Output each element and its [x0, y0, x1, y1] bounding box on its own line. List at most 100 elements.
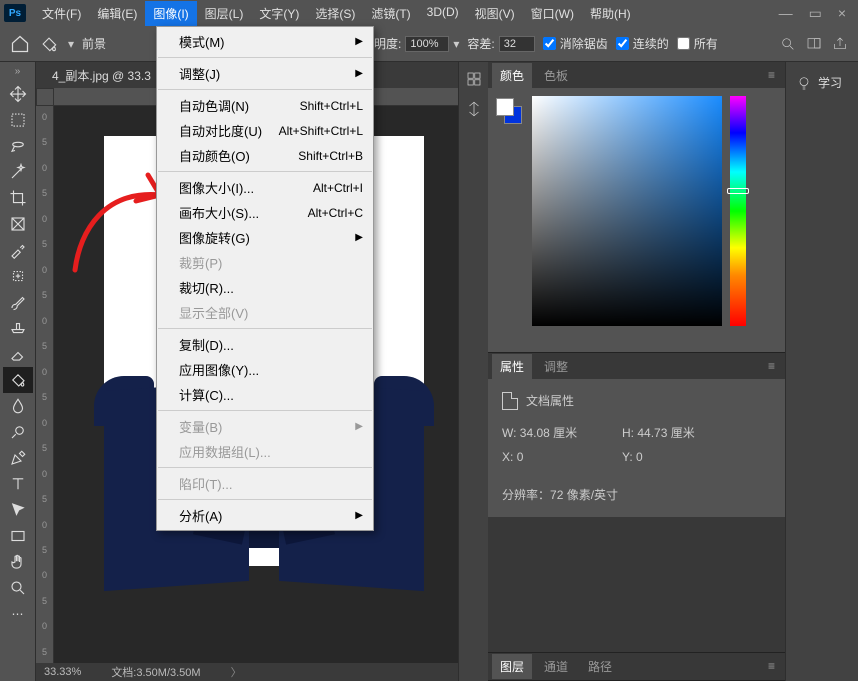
menu-item: 应用数据组(L)... — [157, 439, 373, 464]
crop-tool[interactable] — [3, 185, 33, 211]
menu-layer[interactable]: 图层(L) — [197, 1, 252, 26]
antialias-checkbox[interactable] — [543, 37, 556, 50]
workspace-icon[interactable] — [806, 36, 822, 52]
menu-item[interactable]: 分析(A)▶ — [157, 503, 373, 528]
menu-item-label: 图像大小(I)... — [179, 178, 254, 197]
tab-adjustments[interactable]: 调整 — [536, 354, 576, 379]
menu-item: 变量(B)▶ — [157, 414, 373, 439]
dodge-tool[interactable] — [3, 419, 33, 445]
panel-menu-icon[interactable]: ≡ — [768, 68, 775, 82]
maximize-icon[interactable]: ▭ — [809, 5, 822, 22]
paint-bucket-icon[interactable] — [38, 34, 60, 54]
menu-item[interactable]: 图像大小(I)...Alt+Ctrl+I — [157, 175, 373, 200]
tab-channels[interactable]: 通道 — [536, 654, 576, 679]
menu-image[interactable]: 图像(I) — [145, 1, 196, 26]
foreground-label: 前景 — [82, 35, 106, 52]
more-tools-icon[interactable]: ⋯ — [3, 601, 33, 627]
hand-tool[interactable] — [3, 549, 33, 575]
panel-icon-1[interactable] — [465, 70, 483, 88]
tab-paths[interactable]: 路径 — [580, 654, 620, 679]
layers-panel: 图层 通道 路径 ≡ — [488, 653, 785, 681]
menu-item-shortcut: Alt+Shift+Ctrl+L — [279, 124, 363, 138]
home-icon[interactable] — [10, 34, 30, 54]
learn-label: 学习 — [818, 74, 842, 91]
menu-item[interactable]: 模式(M)▶ — [157, 29, 373, 54]
tolerance-value[interactable]: 32 — [499, 36, 535, 52]
menu-item[interactable]: 复制(D)... — [157, 332, 373, 357]
foreground-color-swatch[interactable] — [496, 98, 514, 116]
submenu-arrow-icon: ▶ — [355, 232, 363, 243]
close-icon[interactable]: × — [838, 5, 846, 22]
paint-bucket-tool[interactable] — [3, 367, 33, 393]
tab-layers[interactable]: 图层 — [492, 654, 532, 679]
healing-brush-tool[interactable] — [3, 263, 33, 289]
menu-item[interactable]: 图像旋转(G)▶ — [157, 225, 373, 250]
menu-item[interactable]: 计算(C)... — [157, 382, 373, 407]
contiguous-checkbox[interactable] — [616, 37, 629, 50]
hue-thumb[interactable] — [727, 188, 749, 194]
menu-help[interactable]: 帮助(H) — [582, 1, 639, 26]
learn-button[interactable]: 学习 — [792, 70, 852, 95]
menu-separator — [158, 328, 372, 329]
hue-slider[interactable] — [730, 96, 746, 326]
menu-item-shortcut: Alt+Ctrl+C — [308, 206, 363, 220]
type-tool[interactable] — [3, 471, 33, 497]
antialias-label: 消除锯齿 — [560, 35, 608, 52]
menu-item[interactable]: 自动色调(N)Shift+Ctrl+L — [157, 93, 373, 118]
tab-properties[interactable]: 属性 — [492, 354, 532, 379]
menu-item[interactable]: 调整(J)▶ — [157, 61, 373, 86]
color-field[interactable] — [532, 96, 722, 326]
menu-filter[interactable]: 滤镜(T) — [363, 1, 418, 26]
path-select-tool[interactable] — [3, 497, 33, 523]
tab-swatches[interactable]: 色板 — [536, 63, 576, 88]
menu-item-label: 裁切(R)... — [179, 278, 234, 297]
titlebar: Ps 文件(F) 编辑(E) 图像(I) 图层(L) 文字(Y) 选择(S) 滤… — [0, 0, 858, 26]
toolbar-toggle-icon[interactable]: » — [0, 66, 35, 77]
document-tab[interactable]: 4_副本.jpg @ 33.3 — [44, 63, 159, 88]
clone-stamp-tool[interactable] — [3, 315, 33, 341]
panel-menu-icon[interactable]: ≡ — [768, 659, 775, 673]
all-layers-checkbox[interactable] — [677, 37, 690, 50]
menu-item[interactable]: 裁切(R)... — [157, 275, 373, 300]
tab-color[interactable]: 颜色 — [492, 63, 532, 88]
menu-select[interactable]: 选择(S) — [307, 1, 363, 26]
zoom-tool[interactable] — [3, 575, 33, 601]
marquee-tool[interactable] — [3, 107, 33, 133]
brush-tool[interactable] — [3, 289, 33, 315]
panel-icon-2[interactable] — [465, 100, 483, 118]
move-tool[interactable] — [3, 81, 33, 107]
minimize-icon[interactable]: — — [779, 5, 793, 22]
menu-view[interactable]: 视图(V) — [467, 1, 523, 26]
collapsed-panel-strip — [458, 62, 488, 681]
zoom-level[interactable]: 33.33% — [44, 666, 81, 678]
menu-file[interactable]: 文件(F) — [34, 1, 89, 26]
menu-item[interactable]: 应用图像(Y)... — [157, 357, 373, 382]
color-swatches[interactable] — [496, 98, 524, 126]
menu-edit[interactable]: 编辑(E) — [89, 1, 145, 26]
share-icon[interactable] — [832, 36, 848, 52]
color-panel: 颜色 色板 ≡ — [488, 62, 785, 353]
menu-item[interactable]: 自动颜色(O)Shift+Ctrl+B — [157, 143, 373, 168]
prop-resolution: 72 像素/英寸 — [550, 488, 618, 502]
frame-tool[interactable] — [3, 211, 33, 237]
menu-separator — [158, 89, 372, 90]
lasso-tool[interactable] — [3, 133, 33, 159]
search-icon[interactable] — [780, 36, 796, 52]
menu-item[interactable]: 自动对比度(U)Alt+Shift+Ctrl+L — [157, 118, 373, 143]
menu-window[interactable]: 窗口(W) — [523, 1, 582, 26]
blur-tool[interactable] — [3, 393, 33, 419]
menu-item-label: 自动色调(N) — [179, 96, 249, 115]
menu-3d[interactable]: 3D(D) — [419, 1, 467, 26]
menu-separator — [158, 171, 372, 172]
menu-item-label: 应用图像(Y)... — [179, 360, 259, 379]
magic-wand-tool[interactable] — [3, 159, 33, 185]
rectangle-tool[interactable] — [3, 523, 33, 549]
eyedropper-tool[interactable] — [3, 237, 33, 263]
menu-item[interactable]: 画布大小(S)...Alt+Ctrl+C — [157, 200, 373, 225]
opacity-value[interactable]: 100% — [405, 36, 449, 52]
eraser-tool[interactable] — [3, 341, 33, 367]
panel-menu-icon[interactable]: ≡ — [768, 359, 775, 373]
menu-type[interactable]: 文字(Y) — [251, 1, 307, 26]
submenu-arrow-icon: ▶ — [355, 510, 363, 521]
pen-tool[interactable] — [3, 445, 33, 471]
